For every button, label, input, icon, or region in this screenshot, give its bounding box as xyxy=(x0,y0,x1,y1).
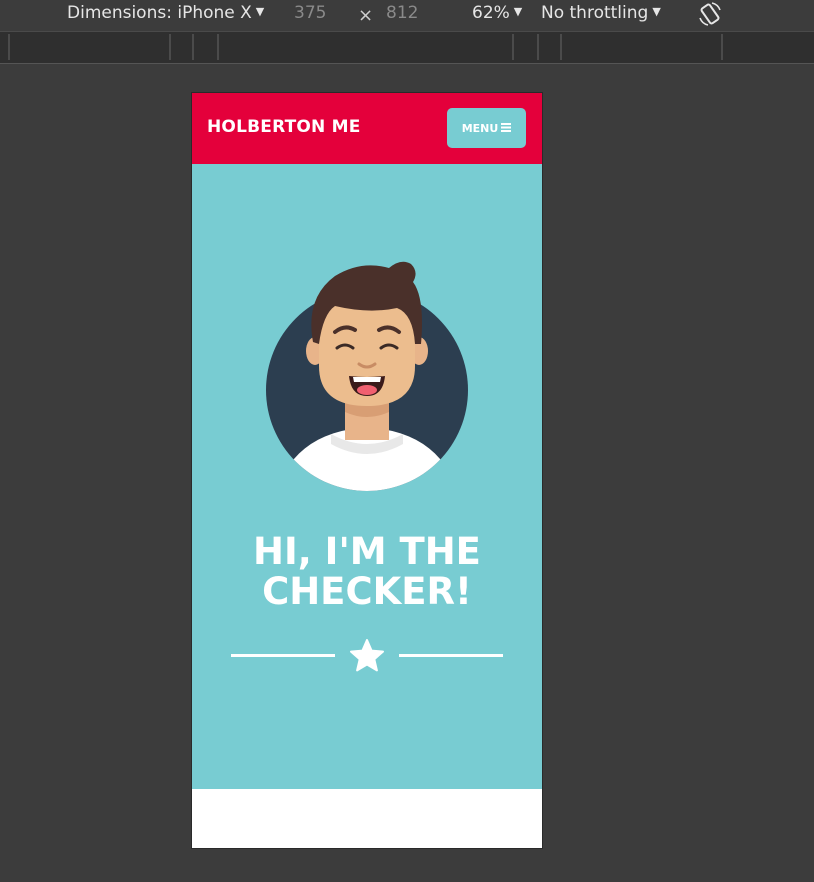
dropdown-caret-icon: ▼ xyxy=(513,5,523,18)
media-query-bar[interactable] xyxy=(0,31,814,64)
ruler-divider xyxy=(169,34,171,60)
next-section xyxy=(192,789,542,848)
zoom-select[interactable]: 62% ▼ xyxy=(472,3,522,23)
ruler-divider xyxy=(192,34,194,60)
avatar-illustration xyxy=(265,258,469,496)
ruler-divider xyxy=(721,34,723,60)
menu-label: MENU xyxy=(461,121,499,135)
hero-title-line-1: HI, I'M THE xyxy=(253,530,481,573)
brand-logo-text[interactable]: HOLBERTON ME xyxy=(207,117,361,137)
divider-line-left xyxy=(231,654,335,657)
throttle-select[interactable]: No throttling ▼ xyxy=(541,3,661,23)
dropdown-caret-icon: ▼ xyxy=(652,5,661,18)
hero-title-line-2: CHECKER! xyxy=(262,570,472,613)
dropdown-caret-icon: ▼ xyxy=(255,5,265,18)
device-viewport: HOLBERTON ME MENU HI, I'M THE CHECKER! xyxy=(192,93,542,848)
device-select[interactable]: Dimensions: iPhone X ▼ xyxy=(67,3,264,23)
hamburger-icon xyxy=(501,122,512,135)
divider-line-right xyxy=(399,654,503,657)
dimension-separator: × xyxy=(358,5,374,26)
ruler-divider xyxy=(560,34,562,60)
devtools-toolbar: Dimensions: iPhone X ▼ 375 × 812 62% ▼ No … xyxy=(0,0,814,30)
ruler-divider xyxy=(512,34,514,60)
ruler-divider xyxy=(8,34,10,60)
site-header: HOLBERTON ME MENU xyxy=(192,93,542,164)
rotate-icon[interactable] xyxy=(696,0,724,33)
ruler-divider xyxy=(537,34,539,60)
menu-button[interactable]: MENU xyxy=(447,108,526,148)
width-input[interactable]: 375 xyxy=(294,3,326,23)
hero-title: HI, I'M THE CHECKER! xyxy=(192,532,542,612)
hero-section: HI, I'M THE CHECKER! xyxy=(192,164,542,789)
ruler-divider xyxy=(217,34,219,60)
star-icon xyxy=(349,639,385,677)
height-input[interactable]: 812 xyxy=(386,3,418,23)
